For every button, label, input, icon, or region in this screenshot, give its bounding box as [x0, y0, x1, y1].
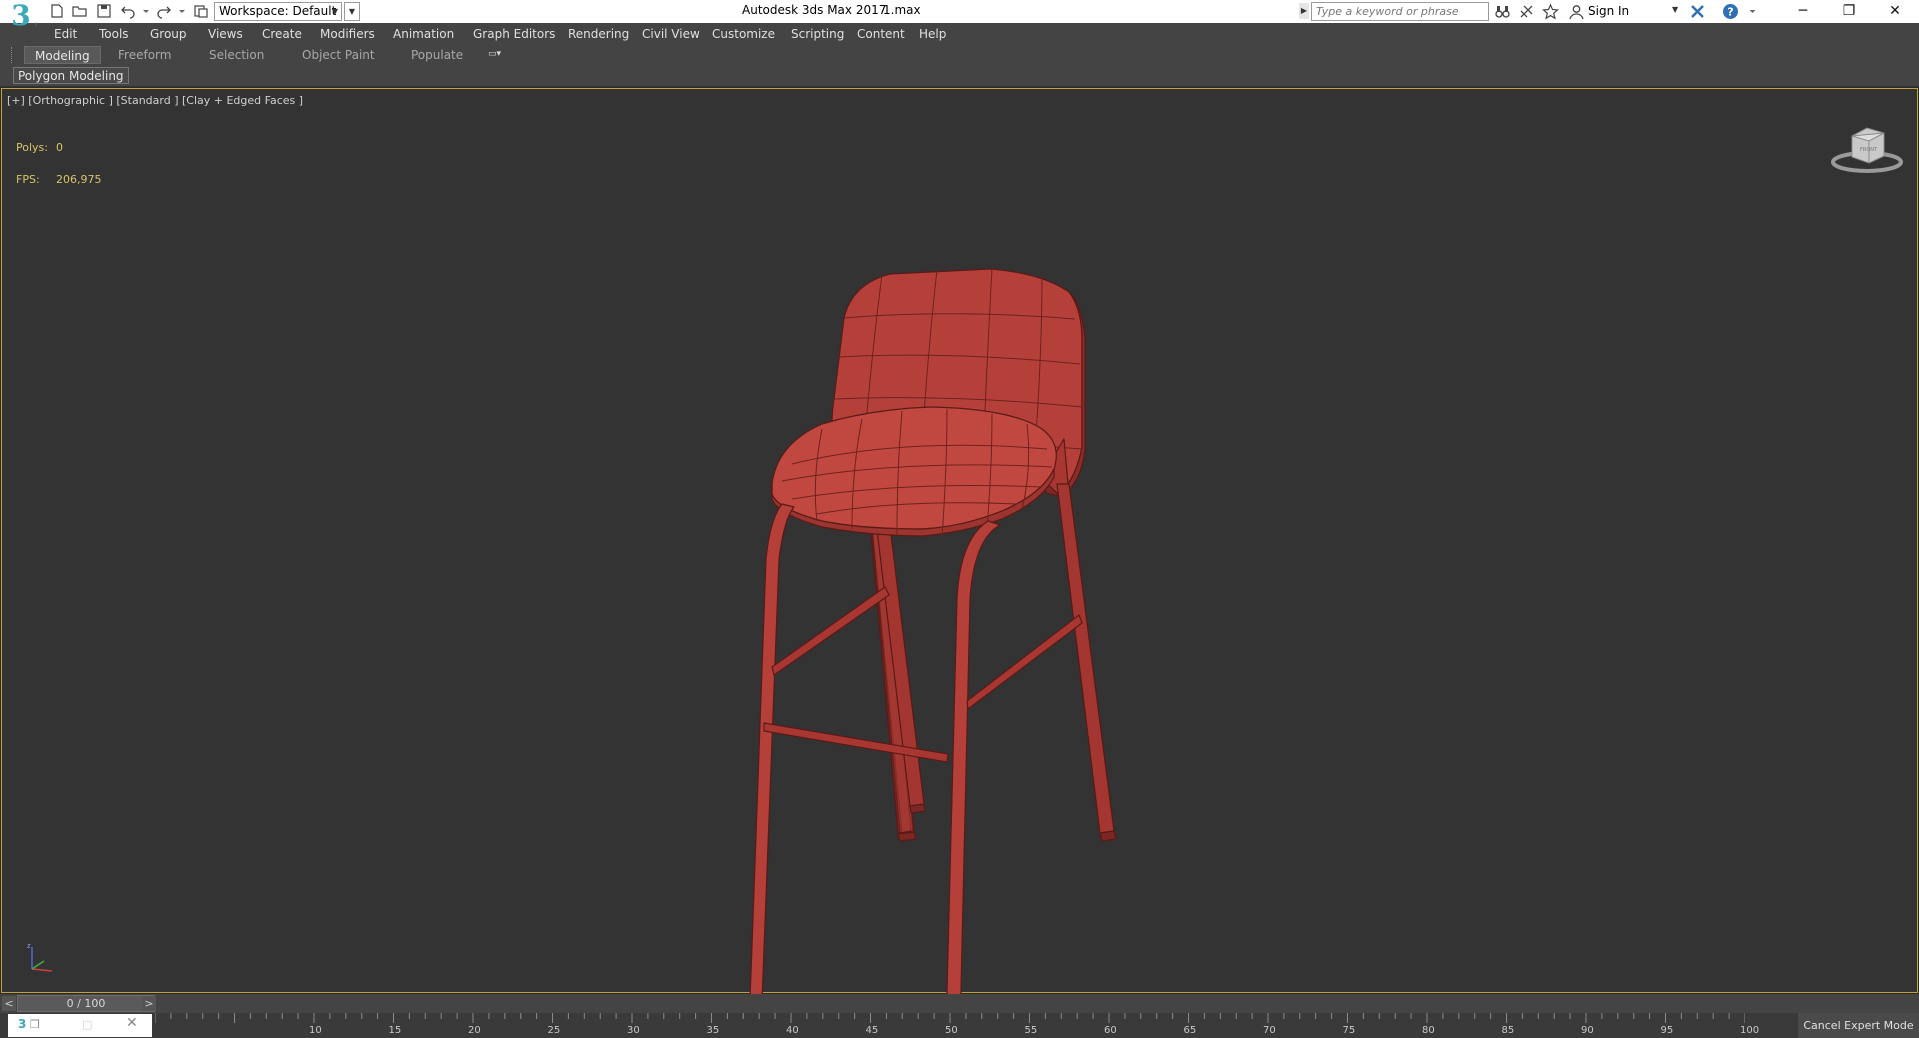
timeline-tick-label: 35 — [706, 1025, 720, 1036]
menu-scripting[interactable]: Scripting — [791, 27, 844, 41]
menu-group[interactable]: Group — [150, 27, 187, 41]
open-file-icon[interactable] — [72, 3, 88, 19]
timeline-tick-label: 75 — [1342, 1025, 1356, 1036]
timeline-tick-label: 60 — [1104, 1025, 1117, 1036]
menu-create[interactable]: Create — [262, 27, 302, 41]
timeline-tick-label: 20 — [468, 1025, 481, 1036]
user-icon — [1568, 3, 1585, 20]
subscription-icon[interactable] — [1518, 3, 1535, 20]
ribbon-display-toggle-icon[interactable]: ▭▾ — [488, 49, 512, 61]
menu-modifiers[interactable]: Modifiers — [320, 27, 375, 41]
menu-customize[interactable]: Customize — [712, 27, 775, 41]
undo-icon[interactable] — [120, 3, 136, 19]
search-input[interactable] — [1311, 2, 1489, 21]
redo-icon[interactable] — [156, 3, 172, 19]
undo-dropdown-icon[interactable] — [138, 3, 149, 19]
axis-tripod-icon: z — [27, 942, 53, 972]
timeline-tick-label: 25 — [547, 1025, 561, 1036]
timeline-tick-label: 30 — [627, 1025, 640, 1036]
svg-text:z: z — [27, 942, 31, 950]
tab-object-paint[interactable]: Object Paint — [292, 46, 385, 64]
blank-icon: □ — [82, 1018, 93, 1031]
sign-in-button[interactable]: Sign In — [1588, 4, 1629, 18]
menu-animation[interactable]: Animation — [393, 27, 454, 41]
app-logo-icon: 3 — [18, 1017, 27, 1031]
search-expand-button[interactable]: ▶ — [1299, 3, 1309, 19]
chevron-down-icon: ▼ — [331, 7, 338, 16]
restore-window-icon[interactable]: ❐ — [30, 1018, 40, 1031]
time-slider-next-button[interactable]: > — [142, 996, 156, 1011]
menu-edit[interactable]: Edit — [54, 27, 77, 41]
ribbon-tab-bar: Modeling Freeform Selection Object Paint… — [0, 45, 1919, 65]
save-icon[interactable] — [96, 3, 112, 19]
tab-populate[interactable]: Populate — [401, 46, 473, 64]
timeline-tick-label: 80 — [1422, 1025, 1435, 1036]
timeline-tick-label: 70 — [1263, 1025, 1276, 1036]
restore-button[interactable]: ❐ — [1826, 0, 1872, 23]
cancel-expert-mode-button[interactable]: Cancel Expert Mode — [1798, 1013, 1919, 1038]
menu-graph-editors[interactable]: Graph Editors — [473, 27, 555, 41]
chevron-down-icon: ▾ — [33, 19, 38, 29]
timeline-tick-label: 45 — [865, 1025, 879, 1036]
timeline-tick-label: 85 — [1501, 1025, 1515, 1036]
timeline-tick-label: 95 — [1660, 1025, 1674, 1036]
window-title: Autodesk 3ds Max 2017 — [742, 3, 887, 17]
new-file-icon[interactable] — [49, 3, 65, 19]
timeline-tick-label: 65 — [1183, 1025, 1197, 1036]
ribbon-grip-handle[interactable] — [11, 47, 14, 63]
svg-text:?: ? — [1727, 6, 1733, 19]
application-menu-button[interactable]: 3 ▾ — [4, 1, 38, 35]
chevron-down-icon[interactable]: ▼ — [1672, 5, 1678, 14]
menu-bar: Edit Tools Group Views Create Modifiers … — [0, 23, 1919, 45]
polygon-modeling-panel-label[interactable]: Polygon Modeling — [13, 67, 129, 84]
timeline-tick-label: 40 — [786, 1025, 799, 1036]
track-bar: 3 ❐ □ ✕ 10 15 20 25 30 35 40 45 50 55 60 65 70 75 80 85… — [0, 1013, 1919, 1038]
close-button[interactable]: ✕ — [1872, 0, 1918, 23]
close-icon[interactable]: ✕ — [126, 1015, 138, 1031]
menu-help[interactable]: Help — [919, 27, 946, 41]
chair-model[interactable] — [2, 89, 1919, 994]
time-slider-prev-button[interactable]: < — [2, 996, 16, 1011]
timeline-tick-label: 50 — [945, 1025, 958, 1036]
timeline-tick-label: 100 — [1740, 1025, 1760, 1036]
exchange-apps-icon[interactable] — [1689, 3, 1706, 20]
star-icon[interactable] — [1542, 3, 1559, 20]
tab-selection[interactable]: Selection — [199, 46, 274, 64]
app-logo-icon: 3 — [11, 0, 31, 32]
timeline-tick-label: 55 — [1024, 1025, 1038, 1036]
maxscript-mini-listener[interactable]: 3 ❐ □ ✕ — [8, 1014, 152, 1037]
menu-views[interactable]: Views — [208, 27, 243, 41]
menu-content[interactable]: Content — [857, 27, 905, 41]
timeline-tick-label: 90 — [1581, 1025, 1594, 1036]
time-slider-thumb[interactable]: 0 / 100 — [17, 995, 155, 1012]
quick-access-customize-button[interactable]: ▼ — [344, 2, 360, 21]
menu-civil-view[interactable]: Civil View — [642, 27, 700, 41]
project-folder-icon[interactable] — [193, 3, 209, 19]
tab-modeling[interactable]: Modeling — [24, 46, 101, 64]
workspace-label: Workspace: Default — [219, 4, 337, 18]
svg-text:FRONT: FRONT — [1860, 147, 1878, 153]
menu-rendering[interactable]: Rendering — [568, 27, 629, 41]
viewport-orthographic[interactable]: [+] [Orthographic ] [Standard ] [Clay + … — [1, 88, 1919, 994]
workspace-dropdown[interactable]: Workspace: Default ▼ — [214, 2, 342, 21]
menu-tools[interactable]: Tools — [99, 27, 129, 41]
time-slider[interactable]: < 0 / 100 > — [0, 994, 1919, 1013]
file-name: 1.max — [883, 3, 921, 17]
timeline-tick-label: 15 — [388, 1025, 402, 1036]
chevron-down-icon[interactable] — [1744, 3, 1756, 20]
binoculars-icon[interactable] — [1494, 3, 1511, 20]
help-icon[interactable]: ? — [1722, 3, 1739, 20]
ribbon-panel: Polygon Modeling — [0, 65, 1919, 87]
redo-dropdown-icon[interactable] — [174, 3, 185, 19]
viewcube-icon[interactable]: FRONT — [1827, 120, 1907, 180]
tab-freeform[interactable]: Freeform — [108, 46, 181, 64]
title-bar: 3 ▾ Workspace: Default ▼ ▼ Autodesk 3ds M… — [0, 0, 1919, 31]
minimize-button[interactable]: ─ — [1780, 0, 1826, 23]
timeline-tick-label: 10 — [309, 1025, 322, 1036]
